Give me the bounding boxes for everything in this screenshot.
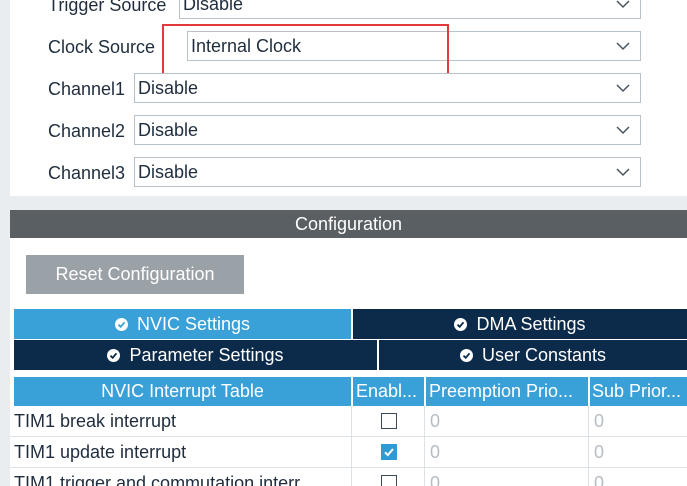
configuration-header: Configuration xyxy=(10,210,687,238)
table-row-preemption[interactable]: 0 xyxy=(426,437,588,467)
clock-source-row: Clock Source xyxy=(48,31,157,63)
table-row-sub-priority[interactable]: 0 xyxy=(590,468,687,486)
tab-dma-settings[interactable]: DMA Settings xyxy=(353,309,687,339)
chevron-down-icon xyxy=(616,0,630,9)
tab-parameter-settings[interactable]: Parameter Settings xyxy=(14,340,377,370)
check-circle-icon xyxy=(459,348,473,362)
chevron-down-icon xyxy=(616,168,630,177)
column-header-interrupt[interactable]: NVIC Interrupt Table xyxy=(14,377,351,406)
trigger-source-row: Trigger Source xyxy=(48,0,168,21)
enable-checkbox[interactable] xyxy=(380,413,397,429)
enable-checkbox[interactable] xyxy=(380,475,397,486)
tab-nvic-settings[interactable]: NVIC Settings xyxy=(14,309,351,339)
table-row-enable-cell xyxy=(353,468,424,486)
column-header-preemption-label: Preemption Prio... xyxy=(429,381,574,401)
checkmark-icon xyxy=(383,448,394,457)
column-header-interrupt-label: NVIC Interrupt Table xyxy=(101,381,264,401)
column-header-sub-priority-label: Sub Prior... xyxy=(592,381,682,401)
channel2-select[interactable]: Disable xyxy=(134,115,641,145)
column-divider xyxy=(588,406,589,486)
column-divider xyxy=(351,406,352,486)
table-row-name: TIM1 break interrupt xyxy=(14,410,177,431)
channel1-label: Channel1 xyxy=(48,78,126,99)
table-row-name: TIM1 trigger and commutation interr... xyxy=(14,472,315,486)
reset-configuration-button[interactable]: Reset Configuration xyxy=(26,255,244,294)
panel-divider xyxy=(0,196,687,210)
tab-user-constants[interactable]: User Constants xyxy=(379,340,687,370)
stm32-timer-config-view: Trigger Source Disable Clock Source Inte… xyxy=(0,0,687,486)
tab-nvic-settings-label: NVIC Settings xyxy=(136,313,251,334)
channel3-row: Channel3 xyxy=(48,157,127,189)
tab-parameter-settings-label: Parameter Settings xyxy=(129,344,284,365)
tab-dma-settings-label: DMA Settings xyxy=(476,313,586,334)
check-circle-icon xyxy=(454,317,468,331)
table-row-enable-cell xyxy=(353,437,424,467)
table-row-name: TIM1 update interrupt xyxy=(14,441,187,462)
channel1-select[interactable]: Disable xyxy=(134,73,641,103)
tab-user-constants-label: User Constants xyxy=(481,344,607,365)
channel3-select[interactable]: Disable xyxy=(134,157,641,187)
table-row-sub-priority[interactable]: 0 xyxy=(590,406,687,436)
clock-source-label: Clock Source xyxy=(48,36,156,57)
table-row-preemption[interactable]: 0 xyxy=(426,406,588,436)
enable-checkbox-checked[interactable] xyxy=(380,444,397,460)
check-circle-icon xyxy=(114,317,128,331)
chevron-down-icon xyxy=(616,126,630,135)
column-header-enabled[interactable]: Enabl... xyxy=(353,377,424,406)
channel2-value: Disable xyxy=(138,119,199,140)
channel1-row: Channel1 xyxy=(48,73,127,105)
trigger-source-label: Trigger Source xyxy=(48,0,167,15)
table-row-enable-cell xyxy=(353,406,424,436)
channel1-value: Disable xyxy=(138,77,199,98)
trigger-source-select[interactable]: Disable xyxy=(179,0,641,19)
column-header-preemption[interactable]: Preemption Prio... xyxy=(426,377,588,406)
clock-source-highlight-box xyxy=(162,24,449,78)
column-header-sub-priority[interactable]: Sub Prior... xyxy=(590,377,687,406)
channel3-label: Channel3 xyxy=(48,162,126,183)
configuration-title: Configuration xyxy=(294,213,403,234)
trigger-source-value: Disable xyxy=(183,0,244,14)
table-row-preemption[interactable]: 0 xyxy=(426,468,588,486)
column-header-enabled-label: Enabl... xyxy=(356,381,418,401)
table-row-sub-priority[interactable]: 0 xyxy=(590,437,687,467)
channel3-value: Disable xyxy=(138,161,199,182)
chevron-down-icon xyxy=(616,42,630,51)
channel2-label: Channel2 xyxy=(48,120,126,141)
channel2-row: Channel2 xyxy=(48,115,127,147)
column-divider xyxy=(424,406,425,486)
check-circle-icon xyxy=(107,348,121,362)
left-gutter xyxy=(0,0,10,486)
chevron-down-icon xyxy=(616,84,630,93)
